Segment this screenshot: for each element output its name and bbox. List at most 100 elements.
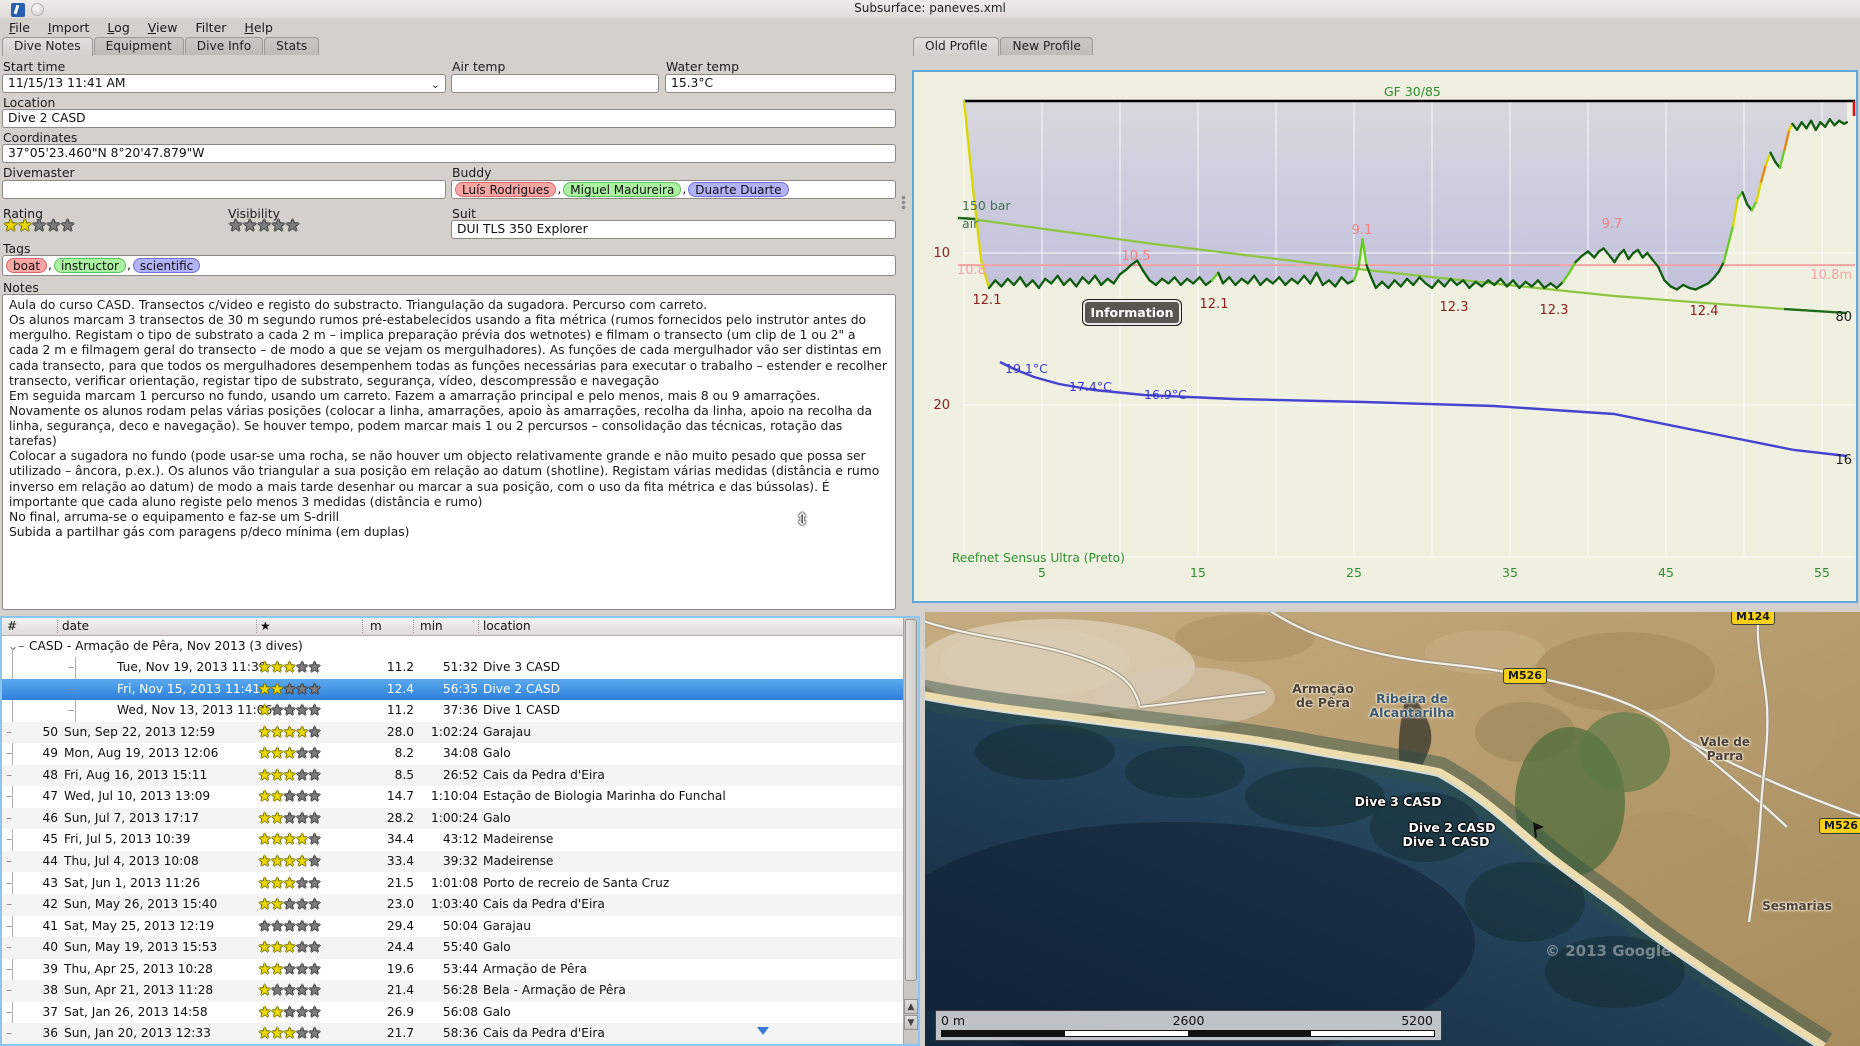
dive-row[interactable]: –37 Sat, Jan 26, 2013 14:58 ★★★★★ 26.9 56:08… [2, 1002, 904, 1024]
svg-text:air: air [962, 216, 979, 231]
menu-bar[interactable]: File Import Log View Filter Help [0, 18, 1860, 38]
dive-site-label: Dive 1 CASD [1402, 834, 1490, 849]
dive-row[interactable]: –46 Sun, Jul 7, 2013 17:17 ★★★★★ 28.2 1:00:2… [2, 807, 904, 830]
dive-row[interactable]: –48 Fri, Aug 16, 2013 15:11 ★★★★★ 8.5 26:52 C… [2, 764, 904, 787]
svg-text:12.3: 12.3 [1440, 300, 1469, 315]
scale-max-label: 5200 [1401, 1013, 1433, 1028]
tab-dive-info[interactable]: Dive Info [184, 37, 264, 55]
tab-old-profile[interactable]: Old Profile [913, 37, 1000, 56]
svg-text:17.4°C: 17.4°C [1069, 379, 1112, 394]
map-place-label: Armação de Pêra [1292, 681, 1354, 711]
buddy-field[interactable]: Luís Rodrigues, Miguel Madureira, Duarte D… [451, 180, 896, 199]
tab-equipment[interactable]: Equipment [93, 37, 184, 55]
svg-text:35: 35 [1502, 565, 1518, 580]
water-temp-field[interactable]: 15.3°C [665, 74, 896, 93]
svg-text:20: 20 [933, 398, 950, 413]
road-shield-m526: M526 [1819, 818, 1860, 834]
map-scale-bar: 0 m 2600 5200 [935, 1010, 1442, 1041]
suit-field[interactable]: DUI TLS 350 Explorer [451, 220, 896, 239]
dive-row[interactable]: –42 Sun, May 26, 2013 15:40 ★★★★★ 23.0 1:03:… [2, 894, 904, 916]
dive-row[interactable]: –43 Sat, Jun 1, 2013 11:26 ★★★★★ 21.5 1:01:0… [2, 873, 904, 895]
dive-row[interactable]: –40 Sun, May 19, 2013 15:53 ★★★★★ 24.4 55:40… [2, 937, 904, 959]
menu-log[interactable]: Log [98, 18, 138, 37]
col-header-min[interactable]: min [420, 619, 443, 633]
dive-list-scrollbar[interactable]: ▲ ▼ [903, 618, 918, 1044]
svg-text:10.8: 10.8 [957, 263, 986, 278]
coordinates-field[interactable]: 37°05'23.460"N 8°20'47.879"W [2, 144, 896, 163]
menu-file[interactable]: File [0, 18, 39, 37]
divemaster-field[interactable] [2, 180, 446, 199]
location-field[interactable]: Dive 2 CASD [2, 109, 896, 128]
dive-row[interactable]: –45 Fri, Jul 5, 2013 10:39 ★★★★★ 34.4 43:12 M… [2, 829, 904, 851]
notes-textarea[interactable]: Aula do curso CASD. Transectos c/video e… [2, 294, 896, 610]
col-header-num[interactable]: # [7, 619, 17, 633]
dive-row[interactable]: –50 Sun, Sep 22, 2013 12:59 ★★★★★ 28.0 1:02:… [2, 721, 904, 744]
svg-text:5: 5 [1038, 565, 1046, 580]
profile-tab-bar[interactable]: Old Profile New Profile [913, 37, 1094, 56]
dive-location-map[interactable]: Armação de Pêra Ribeira de Alcantarilha Va… [925, 612, 1860, 1046]
information-button[interactable]: Information [1082, 299, 1182, 326]
chevron-down-icon: ⌄ [430, 78, 440, 91]
map-place-label: Ribeira de Alcantarilha [1369, 691, 1455, 721]
svg-text:GF 30/85: GF 30/85 [1384, 84, 1441, 99]
dive-row[interactable]: – Tue, Nov 19, 2013 11:39 ★★★★★ 11.2 51:32 Di… [2, 657, 904, 679]
scrollbar-thumb[interactable] [905, 619, 917, 981]
svg-text:12.3: 12.3 [1540, 303, 1569, 318]
dive-row[interactable]: –49 Mon, Aug 19, 2013 12:06 ★★★★★ 8.2 34:08 G… [2, 743, 904, 765]
start-time-combo[interactable]: 11/15/13 11:41 AM ⌄ [2, 74, 446, 93]
scale-mid-label: 2600 [1172, 1013, 1205, 1028]
scale-bar-segments [941, 1030, 1435, 1037]
dive-row[interactable]: – Wed, Nov 13, 2013 11:06 ★★★★★ 11.2 37:36 Di… [2, 700, 904, 722]
chip-luís-rodrigues[interactable]: Luís Rodrigues [455, 182, 557, 197]
dive-row-selected[interactable]: – Fri, Nov 15, 2013 11:41 ★★★★★ 12.4 56:35 Di… [2, 678, 904, 701]
window-menu-button[interactable] [31, 3, 44, 16]
tab-stats[interactable]: Stats [264, 37, 320, 55]
dive-row[interactable]: –38 Sun, Apr 21, 2013 11:28 ★★★★★ 21.4 56:28… [2, 980, 904, 1002]
subsurface-app-icon [11, 3, 25, 17]
menu-filter[interactable]: Filter [186, 18, 235, 37]
chip-scientific[interactable]: scientific [132, 258, 201, 273]
col-header-date[interactable]: date [62, 619, 89, 633]
visibility-stars[interactable]: ★★★★★ [228, 218, 300, 235]
svg-text:9.1: 9.1 [1352, 223, 1373, 238]
scroll-up-button[interactable]: ▲ [904, 999, 918, 1014]
dive-row[interactable]: –41 Sat, May 25, 2013 12:19 ★★★★★ 29.4 50:04… [2, 916, 904, 938]
left-tab-bar[interactable]: Dive Notes Equipment Dive Info Stats [2, 37, 320, 56]
col-header-m[interactable]: m [370, 619, 382, 633]
dive-list-table[interactable]: # date ★ m min location ⌄– CASD - Armação de P… [0, 616, 920, 1046]
water-temp-label: Water temp [666, 59, 739, 74]
dive-row[interactable]: –39 Thu, Apr 25, 2013 10:28 ★★★★★ 19.6 53:44… [2, 959, 904, 981]
col-header-stars[interactable]: ★ [260, 619, 271, 633]
dive-list-header[interactable]: # date ★ m min location [2, 618, 918, 636]
chip-duarte-duarte[interactable]: Duarte Duarte [688, 182, 789, 197]
tags-field[interactable]: boat, instructor, scientific [2, 255, 896, 276]
air-temp-field[interactable] [451, 74, 659, 93]
svg-text:10.8m: 10.8m [1810, 268, 1852, 283]
chip-instructor[interactable]: instructor [53, 258, 126, 273]
menu-view[interactable]: View [139, 18, 187, 37]
rating-stars[interactable]: ★★★★★ [3, 218, 75, 235]
mouse-cursor: ⇕ [795, 510, 810, 530]
tags-label: Tags [3, 241, 31, 256]
chip-boat[interactable]: boat [6, 258, 48, 273]
window-titlebar[interactable]: Subsurface: paneves.xml [0, 0, 1860, 18]
svg-text:16: 16 [1835, 453, 1852, 468]
map-copyright-watermark: © 2013 Google [1545, 942, 1672, 960]
dive-row[interactable]: –44 Thu, Jul 4, 2013 10:08 ★★★★★ 33.4 39:32 M… [2, 850, 904, 873]
scale-zero-label: 0 m [941, 1013, 966, 1028]
dive-row[interactable]: –47 Wed, Jul 10, 2013 13:09 ★★★★★ 14.7 1:10:… [2, 786, 904, 808]
suit-label: Suit [452, 206, 477, 221]
svg-text:9.7: 9.7 [1602, 217, 1623, 232]
svg-text:12.4: 12.4 [1690, 304, 1719, 319]
menu-import[interactable]: Import [39, 18, 99, 37]
menu-help[interactable]: Help [235, 18, 282, 37]
col-header-location[interactable]: location [483, 619, 531, 633]
scroll-down-button[interactable]: ▼ [904, 1015, 918, 1030]
tab-dive-notes[interactable]: Dive Notes [2, 37, 93, 56]
tab-new-profile[interactable]: New Profile [1000, 37, 1093, 55]
chip-miguel-madureira[interactable]: Miguel Madureira [563, 182, 682, 197]
panel-splitter-handle[interactable] [901, 195, 906, 211]
road-shield-m124: M124 [1731, 612, 1775, 625]
dive-trip-group-row[interactable]: ⌄– CASD - Armação de Pêra, Nov 2013 (3 di… [2, 637, 904, 657]
road-shield-m526: M526 [1503, 668, 1547, 684]
